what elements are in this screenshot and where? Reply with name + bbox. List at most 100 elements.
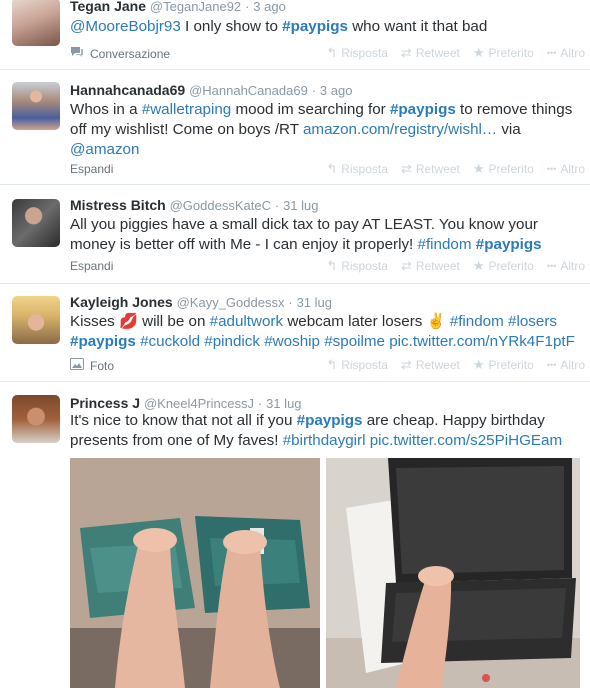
footer-label: Espandi	[70, 162, 114, 176]
photo-icon	[70, 358, 84, 373]
favorite-button[interactable]: ★ Preferito	[473, 259, 534, 273]
mention-link[interactable]: @MooreBobjr93	[70, 18, 181, 35]
url-link[interactable]: pic.twitter.com/s25PiHGEam	[370, 432, 562, 449]
favorite-icon: ★	[472, 258, 485, 273]
expand-link[interactable]: Espandi	[70, 259, 113, 273]
reply-label: Risposta	[341, 162, 388, 176]
tweet-3[interactable]: Mistress Bitch @GoddessKateC · 31 lug Al…	[0, 185, 590, 284]
hashtag-link[interactable]: #spoilme	[324, 333, 385, 350]
more-label: Altro	[560, 46, 585, 60]
tweet-1[interactable]: Tegan Jane @TeganJane92 · 3 ago @MooreBo…	[0, 0, 590, 70]
reply-button[interactable]: ↰ Risposta	[326, 46, 388, 60]
retweet-label: Retweet	[415, 162, 460, 176]
tweet-text: All you piggies have a small dick tax to…	[70, 215, 580, 255]
url-link[interactable]: amazon.com/registry/wishl…	[303, 121, 497, 138]
more-label: Altro	[560, 162, 585, 176]
author-name[interactable]: Hannahcanada69	[70, 82, 185, 98]
tweet-text: Kisses 💋 will be on #adultwork webcam la…	[70, 312, 580, 352]
timestamp[interactable]: 3 ago	[320, 83, 353, 98]
reply-icon: ↰	[326, 258, 338, 273]
conversation-icon	[70, 46, 84, 61]
url-link[interactable]: pic.twitter.com/nYRk4F1ptF	[389, 333, 575, 350]
author-handle[interactable]: @HannahCanada69	[189, 83, 308, 98]
avatar[interactable]	[12, 82, 60, 130]
author-name[interactable]: Mistress Bitch	[70, 197, 166, 213]
hashtag-link[interactable]: #woship	[264, 333, 320, 350]
hashtag-link[interactable]: #paypigs	[476, 236, 542, 253]
tweet-text-segment: webcam later losers	[283, 313, 427, 330]
favorite-button[interactable]: ★ Preferito	[473, 46, 534, 60]
retweet-button[interactable]: ⇄ Retweet	[401, 162, 460, 176]
author-name[interactable]: Tegan Jane	[70, 0, 146, 14]
more-icon: •••	[546, 164, 557, 174]
author-name[interactable]: Princess J	[70, 395, 140, 411]
reply-button[interactable]: ↰ Risposta	[326, 259, 388, 273]
timestamp[interactable]: 3 ago	[253, 0, 286, 14]
author-handle[interactable]: @TeganJane92	[150, 0, 241, 14]
hashtag-link[interactable]: #findom	[418, 236, 472, 253]
more-button[interactable]: ••• Altro	[547, 46, 585, 60]
author-handle[interactable]: @GoddessKateC	[170, 198, 271, 213]
tweet-actions: ↰ Risposta ⇄ Retweet ★ Preferito ••• Altro	[326, 259, 585, 273]
reply-label: Risposta	[341, 46, 388, 60]
photo-link[interactable]: Foto	[70, 358, 114, 373]
hashtag-link[interactable]: #adultwork	[210, 313, 283, 330]
expand-link[interactable]: Espandi	[70, 162, 113, 176]
favorite-icon: ★	[472, 161, 485, 176]
timeline: Tegan Jane @TeganJane92 · 3 ago @MooreBo…	[0, 0, 590, 688]
reply-button[interactable]: ↰ Risposta	[326, 162, 388, 176]
tweet-4[interactable]: Kayleigh Jones @Kayy_Goddessx · 31 lug K…	[0, 284, 590, 382]
timestamp[interactable]: 31 lug	[297, 295, 332, 310]
reply-icon: ↰	[326, 45, 338, 60]
favorite-button[interactable]: ★ Preferito	[473, 358, 534, 372]
conversation-link[interactable]: Conversazione	[70, 46, 170, 61]
timestamp[interactable]: 31 lug	[283, 198, 318, 213]
hashtag-link[interactable]: #paypigs	[70, 333, 136, 350]
tweet-text-segment: via	[497, 121, 521, 138]
retweet-button[interactable]: ⇄ Retweet	[401, 46, 460, 60]
more-label: Altro	[560, 259, 585, 273]
more-icon: •••	[546, 48, 557, 58]
hashtag-link[interactable]: #cuckold	[140, 333, 200, 350]
avatar[interactable]	[12, 199, 60, 247]
reply-icon: ↰	[326, 161, 338, 176]
more-button[interactable]: ••• Altro	[547, 259, 585, 273]
retweet-label: Retweet	[415, 46, 460, 60]
retweet-button[interactable]: ⇄ Retweet	[401, 259, 460, 273]
author-handle[interactable]: @Kneel4PrincessJ	[144, 396, 254, 411]
reply-button[interactable]: ↰ Risposta	[326, 358, 388, 372]
tweet-2[interactable]: Hannahcanada69 @HannahCanada69 · 3 ago W…	[0, 70, 590, 185]
footer-label: Conversazione	[90, 46, 171, 61]
hashtag-link[interactable]: #birthdaygirl	[283, 432, 366, 449]
retweet-icon: ⇄	[400, 161, 412, 176]
hashtag-link[interactable]: #walletraping	[142, 101, 232, 118]
avatar[interactable]	[12, 296, 60, 344]
hashtag-link[interactable]: #pindick	[204, 333, 260, 350]
tweet-photo-1[interactable]	[70, 458, 320, 688]
more-button[interactable]: ••• Altro	[547, 358, 585, 372]
hashtag-link[interactable]: #losers	[508, 313, 557, 330]
more-button[interactable]: ••• Altro	[547, 162, 585, 176]
author-name[interactable]: Kayleigh Jones	[70, 294, 173, 310]
hashtag-link[interactable]: #paypigs	[297, 412, 363, 429]
retweet-icon: ⇄	[400, 45, 412, 60]
favorite-button[interactable]: ★ Preferito	[473, 162, 534, 176]
avatar[interactable]	[12, 0, 60, 46]
tweet-photo-2[interactable]	[326, 458, 580, 688]
footer-label: Espandi	[70, 259, 114, 273]
favorite-label: Preferito	[488, 358, 534, 372]
hashtag-link[interactable]: #findom	[450, 313, 504, 330]
timestamp[interactable]: 31 lug	[266, 396, 301, 411]
tweet-text-segment: mood im searching for	[231, 101, 390, 118]
author-handle[interactable]: @Kayy_Goddessx	[177, 295, 285, 310]
hashtag-link[interactable]: #paypigs	[390, 101, 456, 118]
tweet-text-segment: will be on	[137, 313, 210, 330]
hashtag-link[interactable]: #paypigs	[282, 18, 348, 35]
retweet-label: Retweet	[415, 259, 460, 273]
retweet-icon: ⇄	[400, 357, 412, 372]
tweet-actions: ↰ Risposta ⇄ Retweet ★ Preferito ••• Altro	[326, 46, 585, 60]
retweet-button[interactable]: ⇄ Retweet	[401, 358, 460, 372]
emoji-icon: ✌	[426, 313, 446, 330]
mention-link[interactable]: @amazon	[70, 141, 139, 158]
avatar[interactable]	[12, 395, 60, 443]
